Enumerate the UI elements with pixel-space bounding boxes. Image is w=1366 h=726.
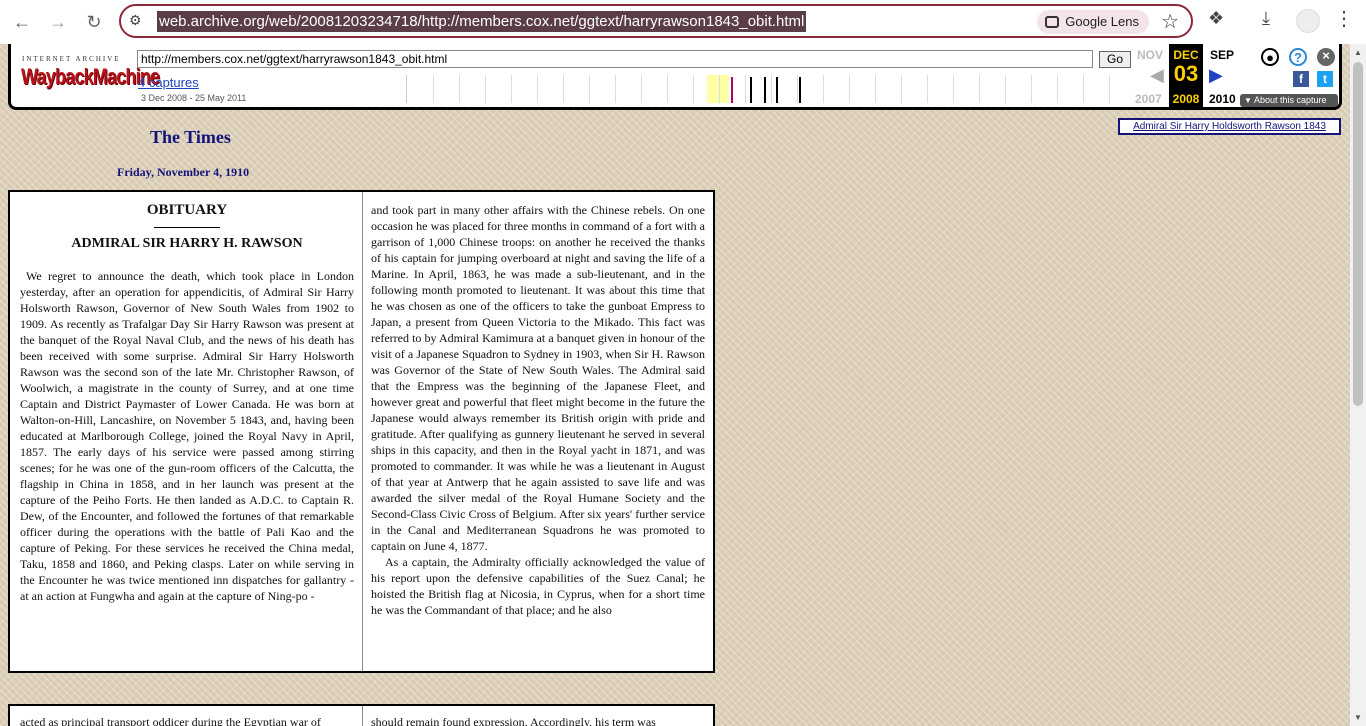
sparkline-gridline (589, 75, 590, 103)
article-box-continued: acted as principal transport oddicer dur… (8, 704, 715, 726)
sparkline-gridline (979, 75, 980, 103)
sparkline-capture-bar[interactable] (731, 77, 733, 103)
capture-range: 3 Dec 2008 - 25 May 2011 (141, 93, 247, 103)
page-content: INTERNET ARCHIVE WaybackMachine http://m… (0, 44, 1350, 726)
right-paragraph-2: As a captain, the Admiralty officially a… (371, 555, 705, 617)
sparkline-gridline (615, 75, 616, 103)
subject-heading: ADMIRAL SIR HARRY H. RAWSON (71, 236, 303, 251)
sparkline-gridline (719, 75, 720, 103)
next-month[interactable]: SEP (1210, 48, 1234, 62)
scroll-up-icon[interactable]: ▲ (1354, 48, 1362, 57)
sparkline-gridline (485, 75, 486, 103)
sparkline-gridline (459, 75, 460, 103)
forward-icon[interactable]: → (44, 8, 72, 36)
twitter-icon[interactable]: t (1317, 71, 1333, 87)
sparkline-gridline (1031, 75, 1032, 103)
publication-date: Friday, November 4, 1910 (117, 165, 250, 179)
sparkline-gridline (771, 75, 772, 103)
sparkline-capture-bar[interactable] (776, 77, 778, 103)
wayback-toolbar: INTERNET ARCHIVE WaybackMachine http://m… (8, 44, 1342, 110)
right-paragraph-1: and took part in many other affairs with… (371, 203, 705, 553)
continued-left-column: acted as principal transport oddicer dur… (10, 706, 363, 726)
sparkline-capture-bar[interactable] (799, 77, 801, 103)
current-capture: DEC 03 2008 (1169, 44, 1203, 107)
scroll-down-icon[interactable]: ▼ (1354, 713, 1362, 722)
sparkline-gridline (1109, 75, 1110, 103)
sparkline-gridline (641, 75, 642, 103)
sparkline-gridline (511, 75, 512, 103)
sparkline-capture-bar[interactable] (750, 77, 752, 103)
sparkline-gridline (667, 75, 668, 103)
reload-icon[interactable]: ↻ (80, 8, 108, 36)
back-icon[interactable]: ← (8, 8, 36, 36)
google-lens-label: Google Lens (1065, 14, 1139, 29)
sparkline-gridline (693, 75, 694, 103)
continued-right-column: should remain found expression. Accordin… (363, 706, 713, 726)
capture-sparkline[interactable] (406, 75, 1134, 103)
prev-month[interactable]: NOV (1137, 48, 1163, 62)
publication-title: The Times (150, 127, 231, 147)
caret-down-icon: ▼ (1244, 96, 1252, 105)
page-scrollbar[interactable]: ▲ ▼ (1350, 44, 1366, 726)
current-day: 03 (1173, 61, 1199, 86)
address-bar[interactable]: ⚙ web.archive.org/web/20081203234718/htt… (119, 4, 1193, 38)
sparkline-gridline (875, 75, 876, 103)
account-icon[interactable]: ● (1261, 48, 1279, 66)
sparkline-gridline (1005, 75, 1006, 103)
sparkline-gridline (1057, 75, 1058, 103)
current-year: 2008 (1172, 92, 1200, 106)
prev-year[interactable]: 2007 (1135, 92, 1162, 106)
lens-icon (1045, 16, 1060, 28)
article-left-column: OBITUARY ADMIRAL SIR HARRY H. RAWSON We … (10, 192, 363, 671)
sparkline-gridline (563, 75, 564, 103)
sparkline-gridline (745, 75, 746, 103)
download-icon[interactable]: ⤓ (1262, 8, 1270, 29)
facebook-icon[interactable]: f (1293, 71, 1309, 87)
menu-icon[interactable]: ⋮ (1334, 6, 1354, 31)
close-icon[interactable]: × (1317, 48, 1335, 66)
google-lens-button[interactable]: Google Lens (1037, 10, 1149, 34)
sparkline-gridline (797, 75, 798, 103)
about-capture-button[interactable]: ▼ About this capture (1240, 94, 1338, 107)
obituary-heading: OBITUARY (146, 202, 228, 218)
sparkline-current-year (707, 75, 729, 103)
internet-archive-label: INTERNET ARCHIVE (22, 55, 121, 63)
article-right-column: and took part in many other affairs with… (363, 192, 713, 671)
continued-left-text: acted as principal transport oddicer dur… (20, 715, 321, 726)
about-capture-label: About this capture (1254, 95, 1327, 105)
sparkline-gridline (849, 75, 850, 103)
next-year[interactable]: 2010 (1209, 92, 1236, 106)
next-arrow-icon[interactable]: ▶ (1209, 66, 1223, 84)
current-month: DEC (1173, 48, 1199, 62)
sparkline-capture-bar[interactable] (764, 77, 766, 103)
sparkline-gridline (433, 75, 434, 103)
address-url[interactable]: web.archive.org/web/20081203234718/http:… (157, 11, 807, 32)
extensions-icon[interactable]: ❖ (1208, 8, 1224, 29)
avatar[interactable] (1296, 9, 1320, 33)
captures-link[interactable]: 4 captures (138, 75, 199, 90)
sparkline-gridline (953, 75, 954, 103)
go-button[interactable]: Go (1099, 51, 1131, 68)
prev-arrow-icon[interactable]: ◀ (1150, 66, 1164, 84)
heading-rule (154, 227, 220, 228)
left-paragraph: We regret to announce the death, which t… (20, 269, 354, 603)
browser-toolbar: ← → ↻ ⚙ web.archive.org/web/200812032347… (0, 0, 1366, 44)
rawson-link[interactable]: Admiral Sir Harry Holdsworth Rawson 1843 (1118, 118, 1341, 135)
wayback-url-input[interactable]: http://members.cox.net/ggtext/harryrawso… (137, 50, 1093, 68)
scroll-thumb[interactable] (1353, 62, 1363, 406)
star-icon[interactable]: ☆ (1161, 9, 1179, 34)
continued-right-text: should remain found expression. Accordin… (371, 715, 656, 726)
sparkline-gridline (1083, 75, 1084, 103)
sparkline-gridline (823, 75, 824, 103)
help-icon[interactable]: ? (1289, 48, 1307, 66)
article-box: OBITUARY ADMIRAL SIR HARRY H. RAWSON We … (8, 190, 715, 673)
sparkline-gridline (537, 75, 538, 103)
sparkline-gridline (927, 75, 928, 103)
sparkline-gridline (901, 75, 902, 103)
tune-icon[interactable]: ⚙ (129, 12, 142, 29)
